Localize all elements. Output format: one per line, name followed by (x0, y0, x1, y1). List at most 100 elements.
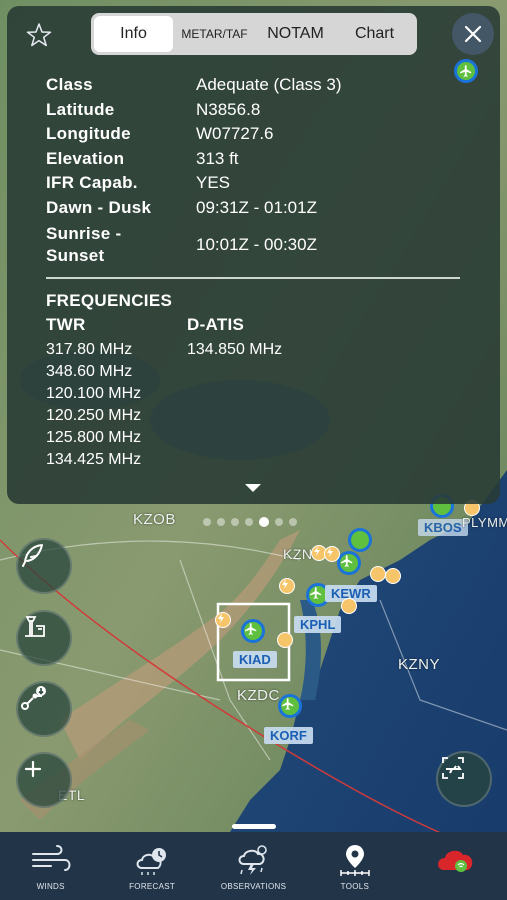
frequency-value[interactable]: 134.425 MHz (46, 449, 141, 471)
weather-marker[interactable] (324, 546, 340, 562)
observation-storm-icon (238, 845, 267, 875)
wind-icon (31, 845, 71, 871)
airport-info-table: Class Adequate (Class 3) Latitude N3856.8 … (46, 75, 466, 268)
tab-info[interactable]: Info (94, 16, 174, 52)
weather-marker[interactable] (341, 598, 357, 614)
region-label-plymm: PLYMM (462, 515, 507, 530)
close-icon (464, 25, 482, 43)
frequency-value[interactable]: 348.60 MHz (46, 361, 141, 383)
info-value: N3856.8 (196, 99, 261, 119)
airport-label-kiad[interactable]: KIAD (233, 651, 277, 668)
frequency-column-twr: TWR 317.80 MHz 348.60 MHz 120.100 MHz 12… (46, 315, 141, 471)
page-dot[interactable] (217, 518, 225, 526)
airport-label-kphl[interactable]: KPHL (294, 616, 342, 633)
airport-marker-korf[interactable] (278, 694, 302, 718)
info-row-elevation: Elevation 313 ft (46, 149, 466, 174)
plane-icon (341, 555, 353, 567)
frequency-value[interactable]: 317.80 MHz (46, 339, 141, 361)
frequency-value[interactable]: 125.800 MHz (46, 427, 141, 449)
airport-layer-button[interactable] (16, 610, 72, 666)
nav-tools[interactable]: TOOLS (304, 832, 405, 900)
divider (46, 277, 460, 279)
weather-sync-cloud-icon (438, 850, 473, 872)
info-key: IFR Capab. (46, 173, 138, 192)
info-key: Sunrise - Sunset (46, 224, 122, 265)
page-dot-active[interactable] (259, 517, 269, 527)
page-dot[interactable] (289, 518, 297, 526)
forecast-cloud-icon (136, 848, 167, 875)
frequency-value[interactable]: 134.850 MHz (187, 339, 282, 361)
nav-observations[interactable]: OBSERVATIONS (203, 832, 304, 900)
info-key: Latitude (46, 99, 115, 119)
aircraft-locate-icon (442, 757, 464, 779)
tab-chart[interactable]: Chart (335, 16, 414, 52)
weather-marker[interactable] (370, 566, 386, 582)
weather-marker[interactable] (279, 578, 295, 594)
info-key: Elevation (46, 148, 125, 168)
info-row-latitude: Latitude N3856.8 (46, 100, 466, 125)
route-icon (21, 686, 46, 710)
region-label-kzn: KZN (283, 546, 313, 562)
info-row-ifr: IFR Capab. YES (46, 173, 466, 198)
expand-caret-icon[interactable] (245, 484, 261, 492)
nav-winds[interactable]: WINDS (0, 832, 101, 900)
center-aircraft-button[interactable] (436, 751, 492, 807)
info-value: Adequate (Class 3) (196, 75, 342, 94)
nav-label: TOOLS (340, 882, 370, 891)
weather-marker[interactable] (385, 568, 401, 584)
lightning-icon (314, 546, 320, 556)
airport-label-korf[interactable]: KORF (264, 727, 313, 744)
info-value: 10:01Z - 00:30Z (196, 235, 317, 254)
page-dot[interactable] (245, 518, 253, 526)
nav-label: WINDS (36, 882, 65, 891)
page-indicator[interactable] (203, 517, 297, 527)
tab-metar-taf[interactable]: METAR/TAF (173, 16, 256, 52)
plane-icon (282, 698, 294, 710)
airport-marker-kiad[interactable] (241, 619, 265, 643)
weather-marker[interactable] (277, 632, 293, 648)
frequency-header: TWR (46, 315, 86, 334)
info-row-dawn-dusk: Dawn - Dusk 09:31Z - 01:01Z (46, 198, 466, 223)
info-key: Class (46, 75, 93, 94)
frequency-column-datis: D-ATIS 134.850 MHz (187, 315, 282, 361)
weather-marker[interactable] (215, 612, 231, 628)
region-label-kzdc: KZDC (237, 687, 280, 704)
nav-label: OBSERVATIONS (220, 882, 287, 891)
page-dot[interactable] (203, 518, 211, 526)
airport-label-kbos[interactable]: KBOS (418, 519, 468, 536)
region-label-kzob: KZOB (133, 511, 176, 528)
info-value: 09:31Z - 01:01Z (196, 197, 317, 217)
close-button[interactable] (452, 13, 494, 55)
page-dot[interactable] (231, 518, 239, 526)
add-button[interactable] (16, 752, 72, 808)
airport-marker-kewr[interactable] (337, 551, 361, 575)
tab-notam[interactable]: NOTAM (256, 16, 335, 52)
info-key: Dawn - Dusk (46, 197, 152, 217)
lightning-icon (282, 579, 288, 589)
nav-label: FORECAST (129, 882, 176, 891)
info-row-class: Class Adequate (Class 3) (46, 75, 466, 100)
frequency-value[interactable]: 120.100 MHz (46, 383, 141, 405)
page-dot[interactable] (275, 518, 283, 526)
route-button[interactable] (16, 681, 72, 737)
bottom-navigation: WINDS FORECAST OBSERVATIONS TOOLS (0, 832, 507, 900)
info-value: W07727.6 (196, 124, 274, 143)
info-row-sunrise-sunset: Sunrise - Sunset 10:01Z - 00:30Z (46, 222, 466, 268)
control-tower-icon (25, 616, 45, 637)
panel-tab-bar: Info METAR/TAF NOTAM Chart (91, 13, 417, 55)
nav-weather-sync[interactable] (406, 832, 507, 900)
favorite-star-icon[interactable] (26, 22, 52, 48)
info-value: 313 ft (196, 148, 239, 168)
frequencies-heading: FREQUENCIES (46, 291, 173, 310)
info-key: Longitude (46, 124, 131, 143)
info-row-longitude: Longitude W07727.6 (46, 124, 466, 149)
frequency-value[interactable]: 120.250 MHz (46, 405, 141, 427)
nav-forecast[interactable]: FORECAST (101, 832, 202, 900)
plane-icon (245, 623, 257, 635)
airport-marker-cluster[interactable] (348, 528, 372, 552)
frequency-header: D-ATIS (187, 315, 245, 334)
plus-icon (24, 760, 42, 778)
layers-feather-button[interactable] (16, 538, 72, 594)
tools-pin-icon (340, 845, 370, 876)
sheet-grabber[interactable] (232, 824, 276, 829)
